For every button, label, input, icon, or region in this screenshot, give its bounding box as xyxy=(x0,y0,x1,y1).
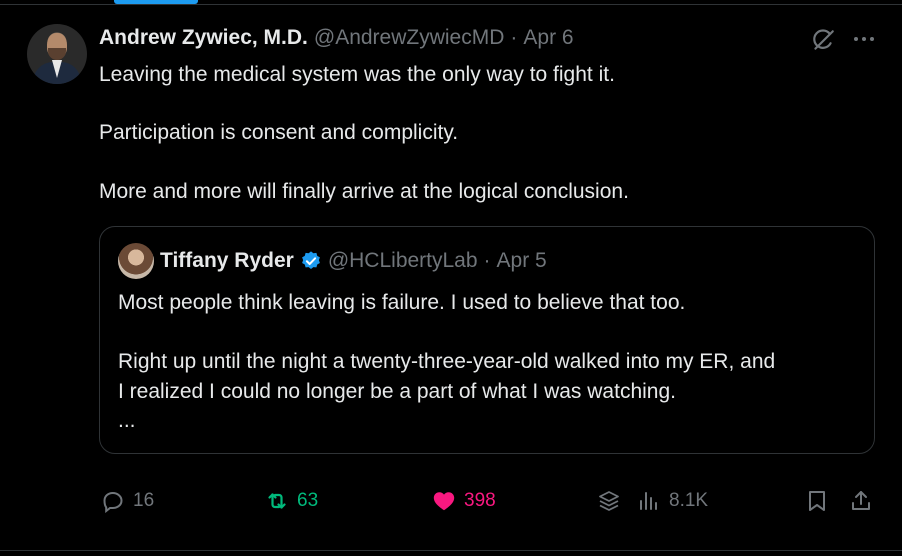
like-count: 398 xyxy=(464,490,496,511)
share-icon xyxy=(852,491,870,510)
quoted-author-handle: @HCLibertyLab xyxy=(327,249,478,272)
quoted-text-line: I realized I could no longer be a part o… xyxy=(118,380,676,403)
grok-explain-icon xyxy=(599,491,619,511)
quoted-text-line: ... xyxy=(118,409,136,432)
tweet-date[interactable]: Apr 6 xyxy=(523,26,573,50)
more-icon[interactable] xyxy=(850,25,878,53)
quoted-text-line: Most people think leaving is failure. I … xyxy=(118,291,686,314)
reply-count: 16 xyxy=(133,490,155,511)
like-button[interactable]: 398 xyxy=(432,489,496,513)
author-name[interactable]: Andrew Zywiec, M.D. xyxy=(99,26,308,50)
quoted-avatar xyxy=(118,243,154,279)
tweet-header: Andrew Zywiec, M.D. @AndrewZywiecMD · Ap… xyxy=(99,26,574,50)
tweet-text-line: Participation is consent and complicity. xyxy=(99,121,459,144)
views-count: 8.1K xyxy=(669,490,709,511)
grok-icon[interactable] xyxy=(810,27,836,53)
quoted-header: Tiffany Ryder @HCLibertyLab · Apr 5 xyxy=(160,249,547,273)
like-icon xyxy=(433,492,455,511)
repost-button[interactable]: 63 xyxy=(265,489,318,513)
bookmark-icon xyxy=(809,491,825,511)
views-button[interactable]: 8.1K xyxy=(637,489,708,513)
quoted-author-name: Tiffany Ryder xyxy=(160,249,294,272)
quoted-tweet[interactable]: Tiffany Ryder @HCLibertyLab · Apr 5 Most… xyxy=(99,226,875,454)
bookmark-button[interactable] xyxy=(805,489,829,513)
action-bar: 16 63 398 8.1K xyxy=(0,489,902,523)
reply-icon xyxy=(103,491,123,513)
tweet[interactable]: Andrew Zywiec, M.D. @AndrewZywiecMD · Ap… xyxy=(0,5,902,556)
separator-dot: · xyxy=(510,26,518,49)
share-button[interactable] xyxy=(849,489,873,513)
tweet-text-line: More and more will finally arrive at the… xyxy=(99,180,629,203)
grok-explain-button[interactable] xyxy=(597,489,621,513)
repost-icon xyxy=(268,493,286,509)
avatar[interactable] xyxy=(27,24,87,84)
quoted-date: Apr 5 xyxy=(496,249,547,272)
repost-count: 63 xyxy=(297,490,319,511)
quoted-text-line: Right up until the night a twenty-three-… xyxy=(118,350,776,373)
views-icon xyxy=(640,492,657,510)
divider xyxy=(0,550,902,551)
reply-button[interactable]: 16 xyxy=(101,489,154,513)
verified-badge-icon xyxy=(301,251,320,269)
separator-dot: · xyxy=(483,249,491,272)
author-handle[interactable]: @AndrewZywiecMD xyxy=(314,26,505,50)
tweet-text-line: Leaving the medical system was the only … xyxy=(99,63,615,86)
